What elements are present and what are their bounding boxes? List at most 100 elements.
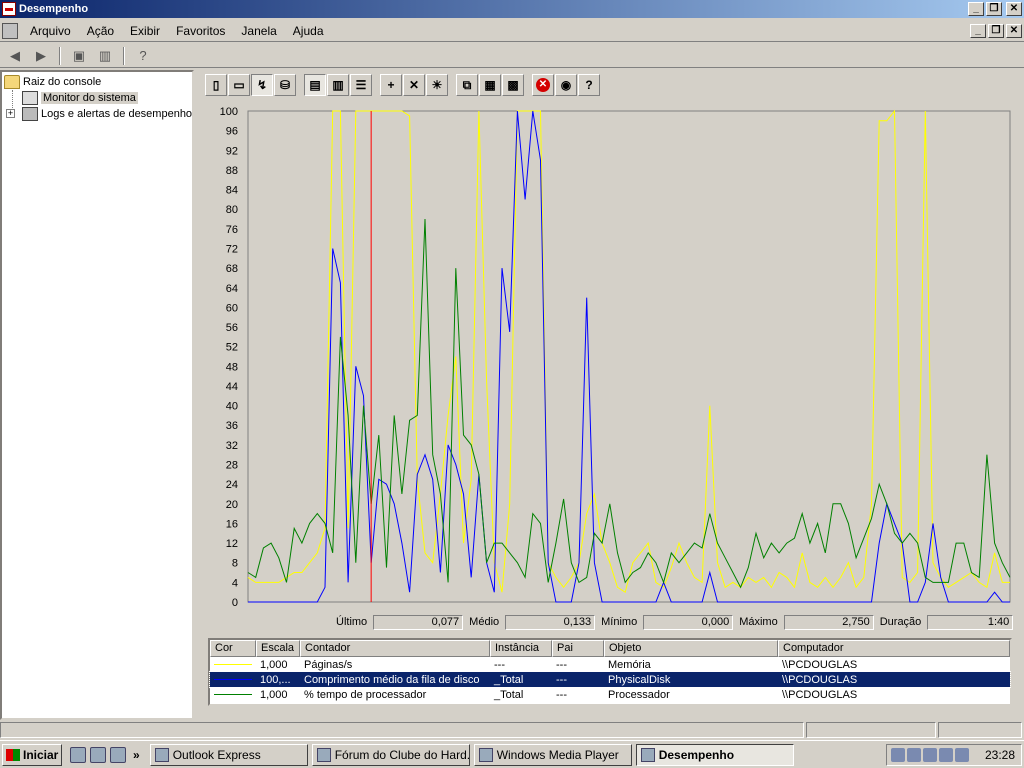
add-counter-icon[interactable]: +	[380, 74, 402, 96]
new-counter-set-icon[interactable]: ▯	[205, 74, 227, 96]
parent-cell: ---	[556, 673, 567, 686]
delete-counter-icon[interactable]: ✕	[403, 74, 425, 96]
quick-launch: »	[70, 746, 140, 763]
window-controls: _ ❐ ✕	[968, 2, 1022, 16]
tray-volume-icon[interactable]	[955, 748, 969, 762]
tray-monitor-icon[interactable]	[939, 748, 953, 762]
parent-cell: ---	[556, 688, 567, 701]
view-graph-icon[interactable]: ▤	[304, 74, 326, 96]
tree-item-system-monitor[interactable]: Monitor do sistema	[22, 90, 138, 106]
counter-cell: Páginas/s	[304, 658, 353, 671]
instance-cell: ---	[494, 658, 505, 671]
legend-row[interactable]: 1,000 Páginas/s --- --- Memória \\PCDOUG…	[210, 657, 1010, 672]
expand-toggle-icon[interactable]: +	[6, 109, 15, 118]
update-data-icon[interactable]: ◉	[555, 74, 577, 96]
instance-cell: _Total	[494, 688, 524, 701]
minimum-value: 0,000	[643, 614, 734, 630]
column-instance[interactable]: Instância	[490, 640, 552, 657]
task-windows-media-player[interactable]: Windows Media Player	[473, 743, 632, 766]
tray-users-icon[interactable]	[923, 748, 937, 762]
menu-janela[interactable]: Janela	[233, 21, 284, 41]
y-tick-label: 48	[226, 361, 238, 373]
column-color[interactable]: Cor	[210, 640, 256, 657]
console-icon[interactable]	[2, 22, 18, 39]
last-value: 0,077	[373, 614, 464, 630]
performance-app-icon[interactable]	[2, 2, 16, 16]
minimize-button[interactable]: _	[968, 2, 984, 16]
forward-arrow-icon[interactable]: ▶	[30, 46, 52, 66]
paste-counter-list-icon[interactable]: ▦	[479, 74, 501, 96]
object-cell: Processador	[608, 688, 670, 701]
menu-arquivo[interactable]: Arquivo	[22, 21, 79, 41]
average-label: Médio	[469, 616, 500, 628]
menu-exibir[interactable]: Exibir	[122, 21, 168, 41]
color-swatch	[214, 664, 252, 665]
menu-ajuda[interactable]: Ajuda	[285, 21, 332, 41]
restore-button[interactable]: ❐	[986, 2, 1002, 16]
scale-cell: 100,...	[260, 673, 291, 686]
quick-launch-chevron-icon[interactable]: »	[133, 748, 140, 762]
column-computer[interactable]: Computador	[778, 640, 1010, 657]
copy-properties-icon[interactable]: ⧉	[456, 74, 478, 96]
child-close-button[interactable]: ✕	[1006, 24, 1022, 38]
view-current-activity-icon[interactable]: ↯	[251, 74, 273, 96]
y-tick-label: 88	[226, 165, 238, 177]
column-object[interactable]: Objeto	[604, 640, 778, 657]
tray-messenger-icon[interactable]	[907, 748, 921, 762]
computer-cell: \\PCDOUGLAS	[782, 658, 858, 671]
system-monitor-toolbar: ▯ ▭ ↯ ⛁ ▤ ▥ ☰ + ✕ ☀ ⧉ ▦ ▩ ✕ ◉ ?	[205, 72, 600, 98]
outlook-express-icon[interactable]	[90, 746, 106, 763]
menu-acao[interactable]: Ação	[79, 21, 122, 41]
up-folder-icon[interactable]: ▣	[68, 46, 90, 66]
tree-item-logs-alerts[interactable]: Logs e alertas de desempenho	[22, 106, 192, 122]
child-restore-button[interactable]: ❐	[988, 24, 1004, 38]
object-cell: PhysicalDisk	[608, 673, 671, 686]
scale-cell: 1,000	[260, 688, 288, 701]
properties-icon[interactable]: ▩	[502, 74, 524, 96]
graph-svg: 0481216202428323640444852566064687276808…	[220, 106, 1011, 609]
status-pane-main	[0, 722, 804, 738]
show-hide-tree-icon[interactable]: ▥	[94, 46, 116, 66]
y-tick-label: 96	[226, 126, 238, 138]
y-tick-label: 12	[226, 538, 238, 550]
column-scale[interactable]: Escala	[256, 640, 300, 657]
y-tick-label: 28	[226, 460, 238, 472]
back-arrow-icon[interactable]: ◀	[4, 46, 26, 66]
menu-favoritos[interactable]: Favoritos	[168, 21, 233, 41]
start-label: Iniciar	[23, 747, 59, 762]
column-counter[interactable]: Contador	[300, 640, 490, 657]
column-parent[interactable]: Pai	[552, 640, 604, 657]
highlight-icon[interactable]: ☀	[426, 74, 448, 96]
tray-network-icon[interactable]	[891, 748, 905, 762]
outlook-express-icon	[154, 747, 169, 762]
task-outlook-express[interactable]: Outlook Express	[149, 743, 308, 766]
performance-graph[interactable]: 0 4 8 12 16 20 24 28 32 36 40 44 48 52 56 60 64 68 72 76 80 8…	[205, 103, 1020, 611]
legend-row-selected[interactable]: 100,... Comprimento médio da fila de dis…	[209, 671, 1011, 688]
view-histogram-icon[interactable]: ▥	[327, 74, 349, 96]
start-button[interactable]: Iniciar	[2, 743, 62, 766]
y-tick-label: 32	[226, 440, 238, 452]
clear-display-icon[interactable]: ▭	[228, 74, 250, 96]
legend-header: Cor Escala Contador Instância Pai Objeto…	[210, 640, 1010, 657]
toolbar-separator	[123, 46, 125, 65]
freeze-display-icon[interactable]: ✕	[532, 74, 554, 96]
task-forum-browser[interactable]: Fórum do Clube do Hard...	[311, 743, 470, 766]
status-pane-2	[806, 722, 936, 738]
task-label: Desempenho	[658, 747, 735, 762]
tree-item-root[interactable]: Raiz do console	[4, 74, 101, 90]
counter-legend: Cor Escala Contador Instância Pai Objeto…	[208, 638, 1012, 706]
view-log-data-icon[interactable]: ⛁	[274, 74, 296, 96]
help-icon[interactable]: ?	[132, 46, 154, 66]
task-desempenho[interactable]: Desempenho	[635, 743, 794, 766]
internet-explorer-icon[interactable]	[70, 746, 86, 763]
view-report-icon[interactable]: ☰	[350, 74, 372, 96]
toolbar-separator	[59, 46, 61, 65]
y-tick-label: 92	[226, 145, 238, 157]
legend-row[interactable]: 1,000 % tempo de processador _Total --- …	[210, 687, 1010, 702]
child-minimize-button[interactable]: _	[970, 24, 986, 38]
windows-flag-icon	[6, 748, 20, 761]
sysmon-help-icon[interactable]: ?	[578, 74, 600, 96]
close-button[interactable]: ✕	[1006, 2, 1022, 16]
clock[interactable]: 23:28	[985, 748, 1021, 762]
show-desktop-icon[interactable]	[110, 746, 126, 763]
